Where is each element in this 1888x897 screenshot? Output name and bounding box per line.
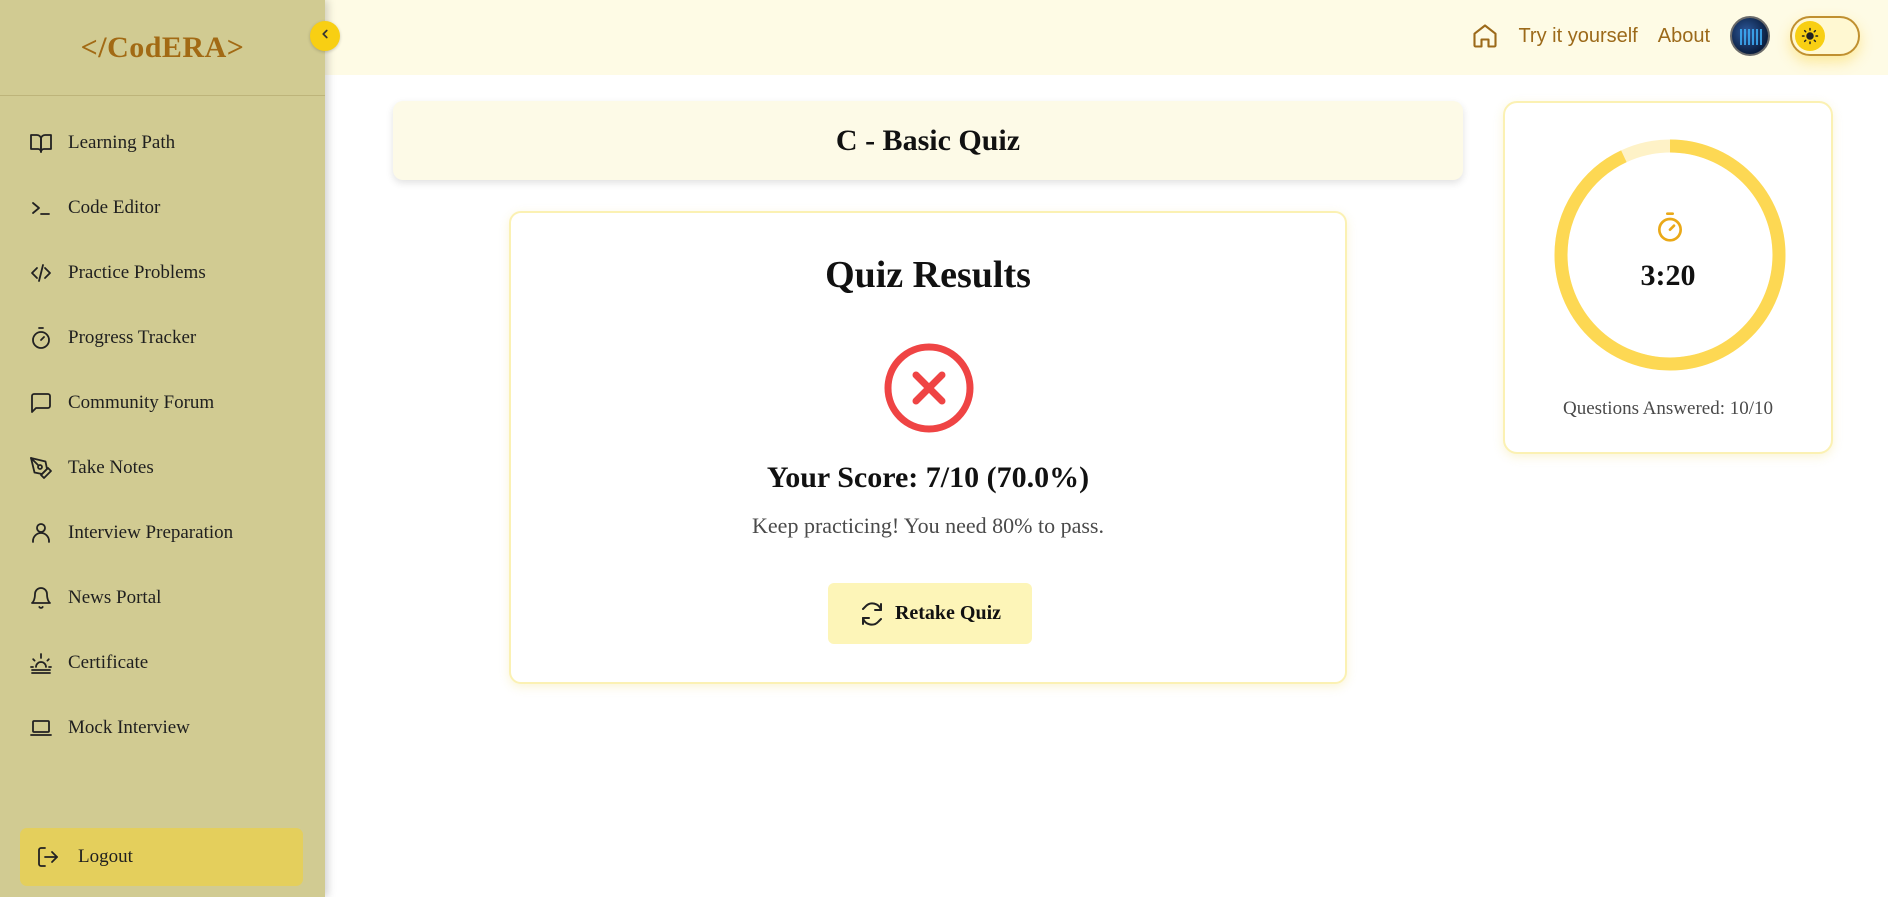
app-logo[interactable]: </CodERA> — [0, 0, 325, 96]
sidebar-item-label: Learning Path — [68, 131, 176, 153]
stopwatch-icon — [28, 325, 54, 351]
message-square-icon — [28, 390, 54, 416]
pen-tool-icon — [28, 455, 54, 481]
sidebar-item-community-forum[interactable]: Community Forum — [0, 370, 325, 435]
timer-card: 3:20 Questions Answered: 10/10 — [1503, 101, 1833, 454]
terminal-icon — [28, 195, 54, 221]
laptop-icon — [28, 715, 54, 741]
sidebar: </CodERA> Learning Path Code Editor Prac… — [0, 0, 325, 897]
score-text: Your Score: 7/10 (70.0%) — [766, 461, 1090, 494]
sidebar-item-label: Take Notes — [68, 456, 154, 478]
chevron-left-icon — [318, 27, 332, 46]
timer-progress-ring — [1554, 139, 1786, 371]
quiz-title: C - Basic Quiz — [835, 123, 1021, 157]
sidebar-item-label: Certificate — [68, 651, 149, 673]
retake-quiz-label: Retake Quiz — [894, 602, 1002, 624]
sidebar-item-practice-problems[interactable]: Practice Problems — [0, 240, 325, 305]
sidebar-item-progress-tracker[interactable]: Progress Tracker — [0, 305, 325, 370]
sidebar-item-label: Interview Preparation — [68, 521, 234, 543]
logout-button[interactable]: Logout — [20, 828, 303, 886]
sidebar-item-code-editor[interactable]: Code Editor — [0, 175, 325, 240]
bell-icon — [28, 585, 54, 611]
sidebar-item-label: Progress Tracker — [68, 326, 197, 348]
timer-value: 3:20 — [1640, 259, 1696, 292]
sidebar-item-label: News Portal — [68, 586, 162, 608]
retake-quiz-button[interactable]: Retake Quiz — [828, 583, 1032, 644]
top-header: Try it yourself About — [325, 0, 1888, 75]
x-circle-icon — [883, 342, 975, 434]
sidebar-item-news-portal[interactable]: News Portal — [0, 565, 325, 630]
try-it-yourself-link[interactable]: Try it yourself — [1518, 25, 1637, 48]
sidebar-collapse-button[interactable] — [310, 21, 340, 51]
sidebar-item-label: Community Forum — [68, 391, 215, 413]
questions-answered: Questions Answered: 10/10 — [1562, 398, 1774, 419]
sidebar-item-take-notes[interactable]: Take Notes — [0, 435, 325, 500]
quiz-results-card: Quiz Results Your Score: 7/10 (70.0%) Ke… — [509, 211, 1347, 684]
results-heading: Quiz Results — [825, 254, 1031, 296]
sidebar-item-label: Code Editor — [68, 196, 161, 218]
sidebar-item-label: Practice Problems — [68, 261, 206, 283]
sidebar-item-learning-path[interactable]: Learning Path — [0, 110, 325, 175]
sidebar-item-certificate[interactable]: Certificate — [0, 630, 325, 695]
sidebar-item-interview-preparation[interactable]: Interview Preparation — [0, 500, 325, 565]
sidebar-item-label: Mock Interview — [68, 716, 190, 738]
sun-icon — [1795, 21, 1825, 51]
sidebar-item-mock-interview[interactable]: Mock Interview — [0, 695, 325, 760]
log-out-icon — [34, 843, 62, 871]
theme-toggle[interactable] — [1790, 16, 1860, 56]
about-link[interactable]: About — [1658, 25, 1710, 48]
sunrise-icon — [28, 650, 54, 676]
sidebar-nav: Learning Path Code Editor Practice Probl… — [0, 96, 325, 760]
avatar[interactable] — [1730, 16, 1770, 56]
result-message: Keep practicing! You need 80% to pass. — [752, 513, 1104, 538]
quiz-title-bar: C - Basic Quiz — [393, 101, 1463, 180]
timer-ring-fill — [1554, 139, 1786, 371]
header-nav: Try it yourself About — [1470, 14, 1860, 58]
code-icon — [28, 260, 54, 286]
home-icon[interactable] — [1470, 21, 1500, 51]
user-icon — [28, 520, 54, 546]
book-open-icon — [28, 130, 54, 156]
logout-label: Logout — [78, 846, 133, 867]
refresh-icon — [859, 601, 885, 627]
stopwatch-icon — [1653, 210, 1687, 244]
